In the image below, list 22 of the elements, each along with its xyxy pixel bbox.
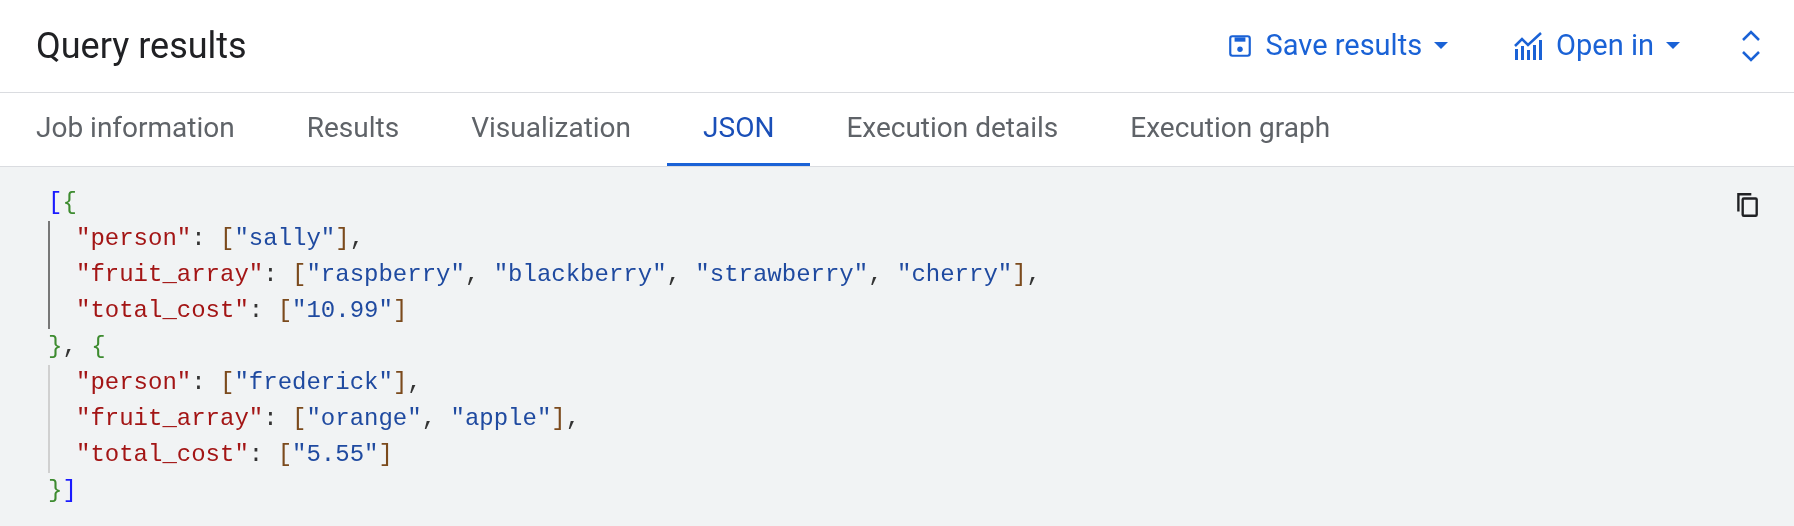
code-line: "fruit_array": ["orange", "apple"], <box>76 404 581 434</box>
tab[interactable]: Execution details <box>810 93 1095 166</box>
panel-title: Query results <box>36 24 247 69</box>
open-in-button[interactable]: Open in <box>1504 18 1690 74</box>
tab[interactable]: Visualization <box>435 93 668 166</box>
tab[interactable]: Execution graph <box>1094 93 1367 166</box>
caret-icon <box>1666 42 1680 50</box>
code-line: "person": ["sally"], <box>76 224 365 254</box>
save-results-button[interactable]: Save results <box>1217 18 1459 74</box>
chart-icon <box>1514 32 1545 60</box>
code-line: "total_cost": ["5.55"] <box>76 440 393 470</box>
code-line: }] <box>48 476 77 506</box>
code-line: "fruit_array": ["raspberry", "blackberry", "strawberry", "cherry"], <box>76 260 1041 290</box>
code-line: }, { <box>48 332 106 362</box>
tab[interactable]: Results <box>270 93 436 166</box>
save-icon <box>1227 33 1254 59</box>
caret-icon <box>1434 42 1449 50</box>
code-line: "total_cost": ["10.99"] <box>76 296 408 326</box>
tab[interactable]: Job information <box>0 93 271 166</box>
copy-icon[interactable] <box>1734 191 1760 219</box>
code-line: "person": ["frederick"], <box>76 368 422 398</box>
code-line: [{ <box>48 188 77 218</box>
